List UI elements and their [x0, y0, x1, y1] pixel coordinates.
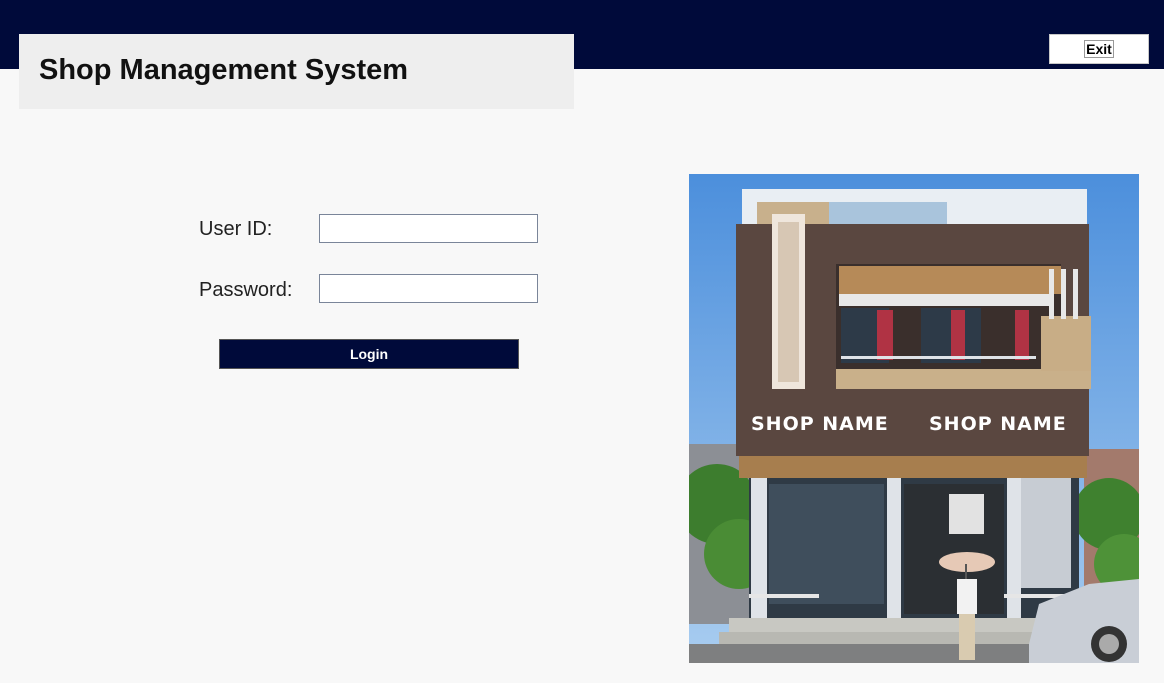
title-panel: Shop Management System — [19, 34, 574, 109]
sign-right-text: SHOP NAME — [929, 413, 1067, 435]
exit-button-label: Exit — [1084, 40, 1114, 58]
user-id-input[interactable] — [319, 214, 538, 243]
user-id-label: User ID: — [199, 218, 273, 240]
page-title: Shop Management System — [39, 54, 409, 86]
storefront-photo: SHOP NAME SHOP NAME — [689, 174, 1139, 663]
password-label: Password: — [199, 279, 293, 301]
exit-button[interactable]: Exit — [1049, 34, 1149, 64]
password-input[interactable] — [319, 274, 538, 303]
sign-left-text: SHOP NAME — [751, 413, 889, 435]
login-button[interactable]: Login — [219, 339, 519, 369]
